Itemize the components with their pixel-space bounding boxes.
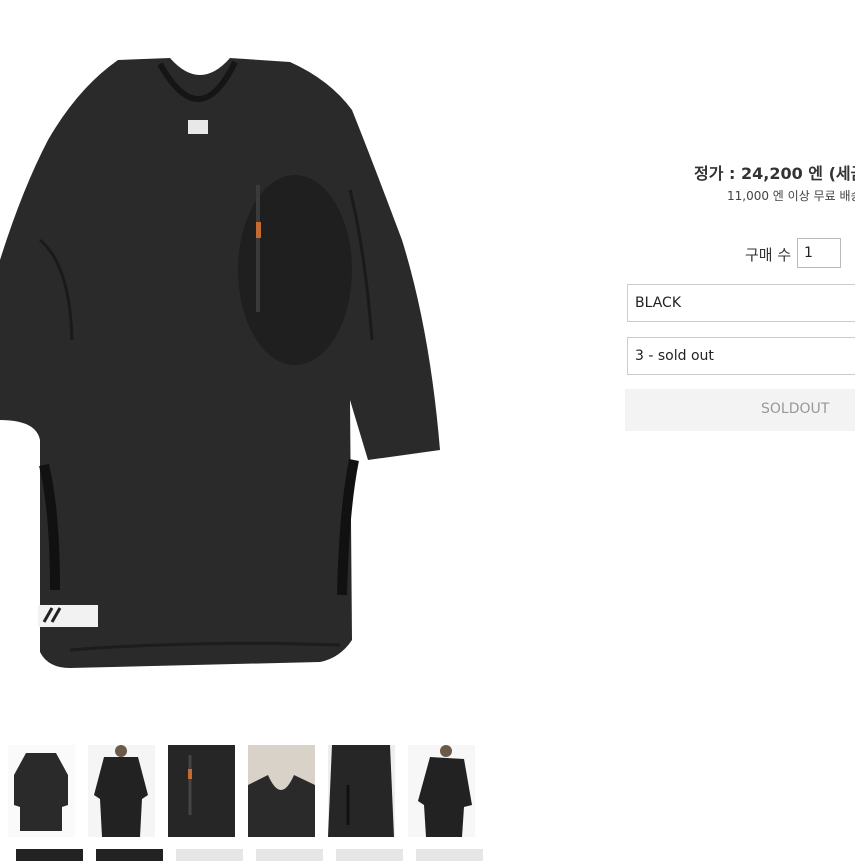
shirt-illustration — [0, 58, 440, 668]
neck-label — [188, 120, 208, 134]
thumbnail-row2-5[interactable] — [336, 849, 403, 861]
model-front-thumbnail[interactable] — [88, 745, 155, 837]
soldout-button[interactable]: SOLDOUT — [625, 389, 855, 431]
shirt-body — [0, 58, 440, 668]
price-text: 정가 : 24,200 엔 (세금 — [694, 164, 855, 183]
thumbnail-row2-6[interactable] — [416, 849, 483, 861]
thumbnail-row2-2[interactable] — [96, 849, 163, 861]
shipping-note: 11,000 엔 이상 무료 배송 — [727, 189, 855, 203]
mesh-pocket — [238, 175, 352, 365]
thumbnail-row2-3[interactable] — [176, 849, 243, 861]
product-main-image — [0, 40, 470, 720]
thumbnail-row2-1[interactable] — [16, 849, 83, 861]
quantity-input[interactable] — [797, 238, 841, 268]
color-select[interactable]: BLACK — [627, 284, 855, 322]
quantity-label: 구매 수 — [745, 246, 792, 264]
shirt-front-thumbnail[interactable] — [8, 745, 75, 837]
size-select[interactable]: 3 - sold out — [627, 337, 855, 375]
thumbnail-gallery — [8, 745, 483, 861]
pocket-zipper-detail-thumbnail[interactable] — [168, 745, 235, 837]
neckline-detail-thumbnail[interactable] — [248, 745, 315, 837]
zipper-pull-tab — [256, 222, 261, 238]
thumbnail-row2-4[interactable] — [256, 849, 323, 861]
sleeve-detail-thumbnail[interactable] — [328, 745, 395, 837]
model-side-thumbnail[interactable] — [408, 745, 475, 837]
